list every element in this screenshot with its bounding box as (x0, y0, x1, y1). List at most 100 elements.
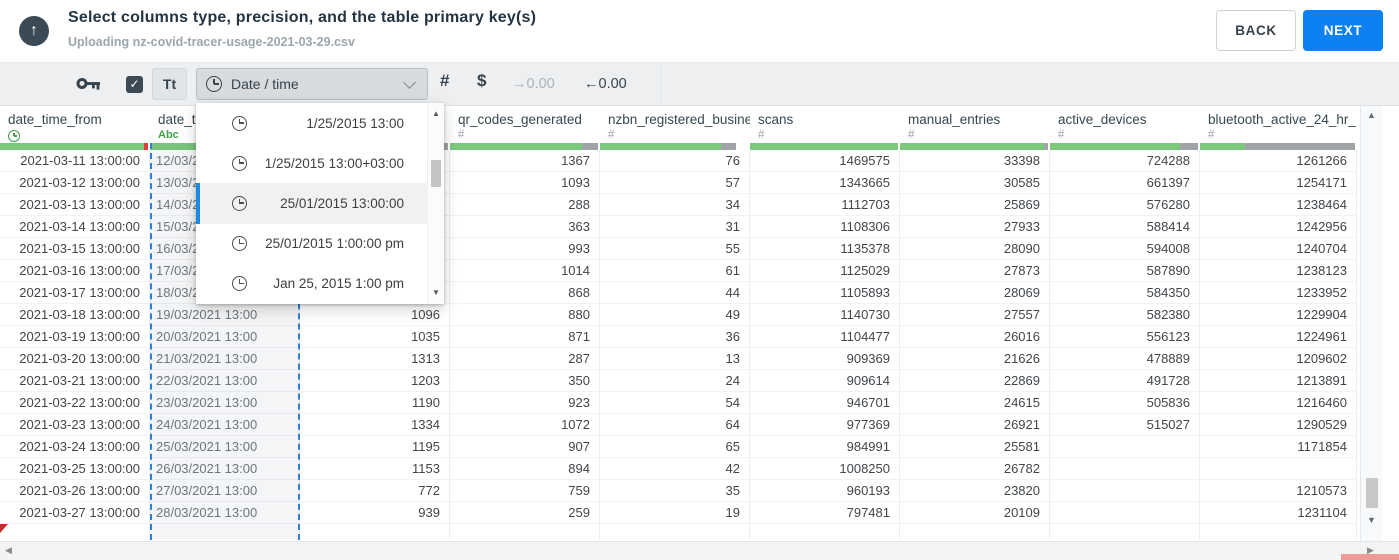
table-cell[interactable]: 1105893 (750, 282, 900, 303)
table-cell[interactable]: 44 (600, 282, 750, 303)
table-cell[interactable]: 1125029 (750, 260, 900, 281)
table-cell[interactable]: 1242956 (1200, 216, 1357, 237)
table-cell[interactable]: 35 (600, 480, 750, 501)
vertical-scrollbar[interactable]: ▲ ▼ (1360, 105, 1382, 541)
table-cell[interactable]: 478889 (1050, 348, 1200, 369)
table-cell[interactable]: 871 (450, 326, 600, 347)
table-cell[interactable]: 61 (600, 260, 750, 281)
table-cell[interactable]: 1195 (300, 436, 450, 457)
table-cell[interactable]: 1014 (450, 260, 600, 281)
table-cell[interactable]: 25/03/2021 13:00 (150, 436, 300, 457)
table-cell[interactable]: 27933 (900, 216, 1050, 237)
table-cell[interactable]: 288 (450, 194, 600, 215)
table-cell[interactable]: 42 (600, 458, 750, 479)
next-button[interactable]: NEXT (1303, 10, 1383, 51)
table-cell[interactable]: 584350 (1050, 282, 1200, 303)
table-cell[interactable]: 1238123 (1200, 260, 1357, 281)
table-cell[interactable]: 909614 (750, 370, 900, 391)
date-format-option[interactable]: 1/25/2015 13:00 (196, 103, 444, 143)
table-cell[interactable]: 1008250 (750, 458, 900, 479)
table-cell[interactable]: 21626 (900, 348, 1050, 369)
table-cell[interactable]: 576280 (1050, 194, 1200, 215)
table-cell[interactable]: 2021-03-27 13:00:00 (0, 502, 150, 523)
table-cell[interactable]: 515027 (1050, 414, 1200, 435)
table-cell[interactable]: 2021-03-21 13:00:00 (0, 370, 150, 391)
table-cell[interactable] (1200, 458, 1357, 479)
table-cell[interactable]: 1093 (450, 172, 600, 193)
column-type-select[interactable]: Date / time (196, 68, 428, 100)
table-cell[interactable]: 76 (600, 150, 750, 171)
table-cell[interactable]: 993 (450, 238, 600, 259)
table-cell[interactable]: 27/03/2021 13:00 (150, 480, 300, 501)
table-cell[interactable]: 2021-03-24 13:00:00 (0, 436, 150, 457)
table-cell[interactable]: 1343665 (750, 172, 900, 193)
table-cell[interactable]: 1240704 (1200, 238, 1357, 259)
horizontal-scrollbar[interactable]: ◀ ▶ (0, 541, 1399, 560)
table-cell[interactable]: 65 (600, 436, 750, 457)
table-cell[interactable]: 491728 (1050, 370, 1200, 391)
table-cell[interactable]: 894 (450, 458, 600, 479)
table-cell[interactable]: 1072 (450, 414, 600, 435)
table-cell[interactable]: 25581 (900, 436, 1050, 457)
date-format-option[interactable]: 25/01/2015 13:00:00 (196, 183, 444, 224)
nullable-checkbox[interactable]: ✓ (126, 76, 143, 93)
table-cell[interactable]: 25869 (900, 194, 1050, 215)
column-header-manual_entries[interactable]: manual_entries # (900, 105, 1050, 150)
table-cell[interactable] (1050, 436, 1200, 457)
table-cell[interactable]: 1209602 (1200, 348, 1357, 369)
table-cell[interactable]: 2021-03-22 13:00:00 (0, 392, 150, 413)
column-header-scans[interactable]: scans # (750, 105, 900, 150)
table-cell[interactable]: 26016 (900, 326, 1050, 347)
table-cell[interactable]: 1112703 (750, 194, 900, 215)
table-cell[interactable]: 20109 (900, 502, 1050, 523)
text-type-button[interactable]: Tt (152, 68, 187, 100)
table-cell[interactable]: 33398 (900, 150, 1050, 171)
table-cell[interactable]: 23820 (900, 480, 1050, 501)
column-header-qr_codes_generated[interactable]: qr_codes_generated # (450, 105, 600, 150)
table-cell[interactable]: 2021-03-20 13:00:00 (0, 348, 150, 369)
table-cell[interactable]: 22/03/2021 13:00 (150, 370, 300, 391)
table-cell[interactable]: 57 (600, 172, 750, 193)
table-cell[interactable]: 1238464 (1200, 194, 1357, 215)
table-cell[interactable]: 556123 (1050, 326, 1200, 347)
table-cell[interactable]: 363 (450, 216, 600, 237)
table-cell[interactable]: 772 (300, 480, 450, 501)
table-cell[interactable]: 797481 (750, 502, 900, 523)
table-cell[interactable]: 1210573 (1200, 480, 1357, 501)
table-cell[interactable]: 30585 (900, 172, 1050, 193)
table-cell[interactable]: 1229904 (1200, 304, 1357, 325)
table-cell[interactable]: 2021-03-18 13:00:00 (0, 304, 150, 325)
table-cell[interactable]: 24 (600, 370, 750, 391)
table-cell[interactable]: 939 (300, 502, 450, 523)
table-cell[interactable]: 1108306 (750, 216, 900, 237)
table-cell[interactable]: 24/03/2021 13:00 (150, 414, 300, 435)
table-cell[interactable]: 1469575 (750, 150, 900, 171)
table-cell[interactable]: 1140730 (750, 304, 900, 325)
table-cell[interactable]: 2021-03-25 13:00:00 (0, 458, 150, 479)
table-cell[interactable]: 1367 (450, 150, 600, 171)
table-cell[interactable]: 2021-03-11 13:00:00 (0, 150, 150, 171)
scroll-down-icon[interactable]: ▼ (1361, 515, 1382, 525)
table-cell[interactable]: 587890 (1050, 260, 1200, 281)
column-header-nzbn_registered_busine[interactable]: nzbn_registered_busine # (600, 105, 750, 150)
column-header-bluetooth_active_24_hr_[interactable]: bluetooth_active_24_hr_ # (1200, 105, 1357, 150)
table-cell[interactable]: 1171854 (1200, 436, 1357, 457)
back-button[interactable]: BACK (1216, 10, 1296, 51)
table-cell[interactable]: 759 (450, 480, 600, 501)
table-cell[interactable]: 1203 (300, 370, 450, 391)
increase-precision-button[interactable]: ←0.00 (584, 76, 627, 92)
table-cell[interactable] (1050, 458, 1200, 479)
table-cell[interactable]: 2021-03-15 13:00:00 (0, 238, 150, 259)
table-cell[interactable]: 1233952 (1200, 282, 1357, 303)
menu-scroll-down-icon[interactable]: ▼ (428, 288, 444, 297)
table-cell[interactable]: 1290529 (1200, 414, 1357, 435)
table-cell[interactable]: 2021-03-26 13:00:00 (0, 480, 150, 501)
table-cell[interactable]: 582380 (1050, 304, 1200, 325)
scroll-up-icon[interactable]: ▲ (1361, 110, 1382, 120)
number-type-button[interactable]: # (440, 71, 449, 91)
table-cell[interactable]: 2021-03-13 13:00:00 (0, 194, 150, 215)
table-cell[interactable]: 960193 (750, 480, 900, 501)
menu-scrollbar[interactable]: ▲ ▼ (427, 103, 444, 304)
table-cell[interactable]: 2021-03-19 13:00:00 (0, 326, 150, 347)
table-cell[interactable]: 1334 (300, 414, 450, 435)
